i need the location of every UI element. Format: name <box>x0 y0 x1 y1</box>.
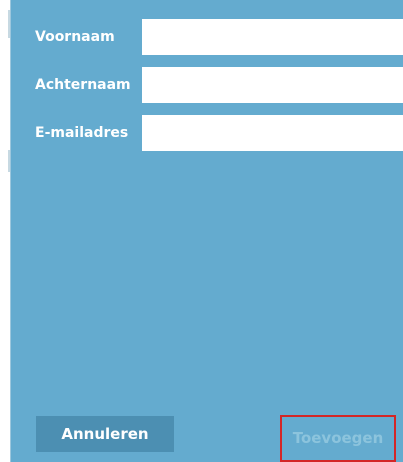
add-button[interactable]: Toevoegen <box>280 415 396 462</box>
last-name-label: Achternaam <box>35 77 131 93</box>
last-name-row: Achternaam <box>21 67 403 103</box>
add-contact-dialog: Voornaam Achternaam E-mailadres Annulere… <box>10 0 403 462</box>
first-name-label: Voornaam <box>35 29 115 45</box>
email-input[interactable] <box>142 115 403 151</box>
email-label: E-mailadres <box>35 125 129 141</box>
last-name-input[interactable] <box>142 67 403 103</box>
first-name-input[interactable] <box>142 19 403 55</box>
first-name-row: Voornaam <box>21 19 403 55</box>
email-row: E-mailadres <box>21 115 403 151</box>
cancel-button[interactable]: Annuleren <box>36 416 174 452</box>
